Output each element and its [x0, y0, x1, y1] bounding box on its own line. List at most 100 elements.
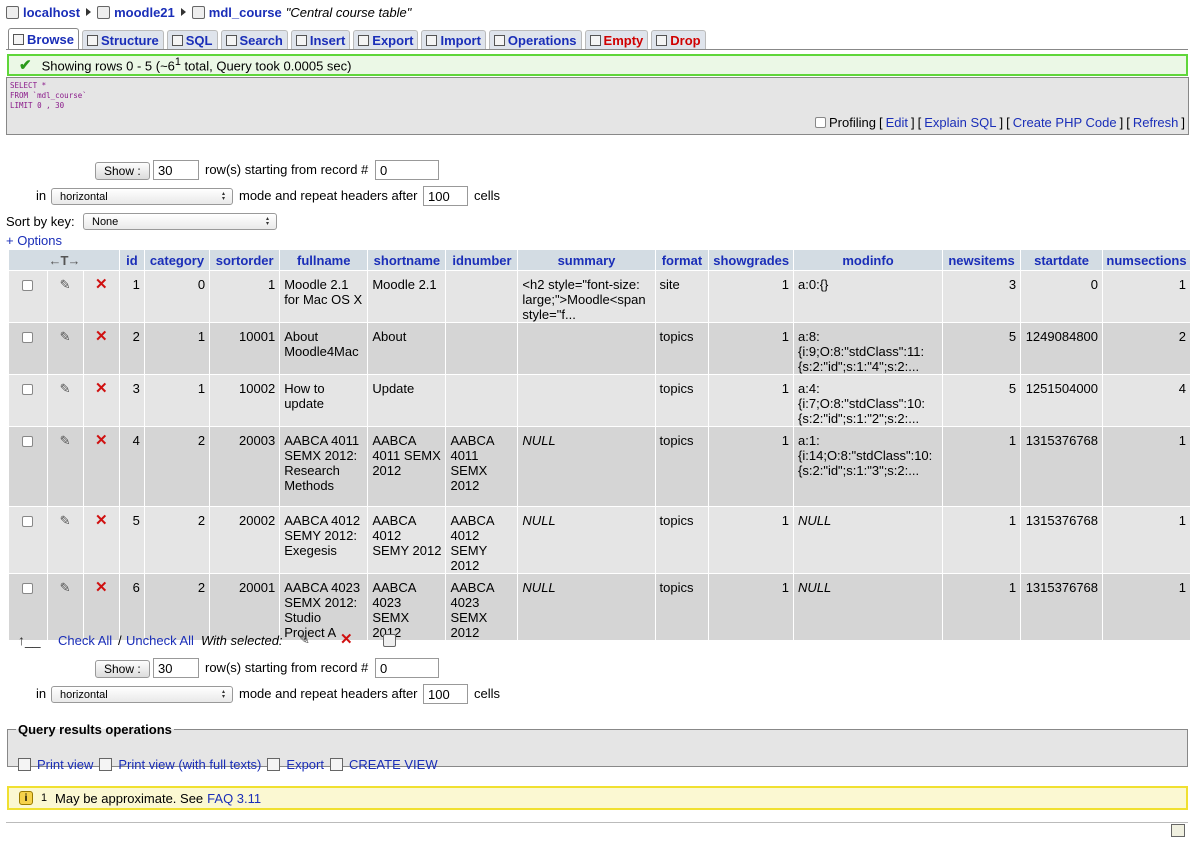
- column-header-fullname[interactable]: fullname: [280, 250, 368, 270]
- column-header-summary[interactable]: summary: [518, 250, 655, 270]
- cell-modinfo: a:1: {i:14;O:8:"stdClass":10: {s:2:"id";…: [794, 427, 942, 506]
- column-header-category[interactable]: category: [144, 250, 210, 270]
- breadcrumb-table-link[interactable]: mdl_course: [209, 5, 282, 20]
- cell-shortname: Moodle 2.1: [368, 271, 446, 322]
- table-row: ✎ ✕ 6 2 20001 AABCA 4023 SEMX 2012: Studio Pr…: [9, 574, 1190, 640]
- delete-icon[interactable]: ✕: [95, 579, 108, 596]
- row-checkbox[interactable]: [22, 332, 34, 344]
- edit-pencil-icon[interactable]: ✎: [60, 277, 71, 292]
- cell-startdate: 1315376768: [1021, 574, 1103, 640]
- row-checkbox[interactable]: [22, 280, 34, 292]
- search-icon: [225, 35, 237, 46]
- column-header-showgrades[interactable]: showgrades: [709, 250, 794, 270]
- cell-category: 0: [144, 271, 210, 322]
- column-header-startdate[interactable]: startdate: [1021, 250, 1103, 270]
- row-edit-cell: ✎: [47, 323, 83, 374]
- uncheck-all-link[interactable]: Uncheck All: [126, 633, 194, 648]
- in-label-bottom: in: [36, 686, 47, 701]
- print-view-link[interactable]: Print view: [37, 757, 93, 772]
- tab-import[interactable]: Import: [421, 30, 486, 50]
- table-icon: [191, 5, 205, 19]
- open-new-window-icon[interactable]: [1171, 824, 1185, 837]
- tab-export[interactable]: Export: [353, 30, 419, 50]
- show-button[interactable]: Show :: [95, 162, 150, 180]
- bulk-export-icon[interactable]: [383, 634, 396, 647]
- rows-count-input[interactable]: 30: [153, 160, 199, 180]
- export-link[interactable]: Export: [286, 757, 324, 772]
- tab-insert[interactable]: Insert: [290, 30, 351, 50]
- cell-summary: NULL: [518, 427, 655, 506]
- repeat-headers-input[interactable]: 100: [423, 186, 468, 206]
- rows-count-input-bottom[interactable]: 30: [153, 658, 199, 678]
- approximate-notice: i 1 May be approximate. See FAQ 3.11: [7, 786, 1188, 810]
- column-header-numsections[interactable]: numsections: [1103, 250, 1190, 270]
- column-header-modinfo[interactable]: modinfo: [794, 250, 942, 270]
- breadcrumb-server-link[interactable]: localhost: [23, 5, 80, 20]
- row-checkbox[interactable]: [22, 436, 34, 448]
- cell-numsections: 1: [1103, 574, 1190, 640]
- options-toggle-link[interactable]: + Options: [6, 233, 62, 248]
- display-mode-select-bottom[interactable]: horizontal: [51, 686, 233, 703]
- tab-empty[interactable]: Empty: [584, 30, 649, 50]
- create-php-code-link[interactable]: Create PHP Code: [1013, 115, 1117, 130]
- column-header-idnumber[interactable]: idnumber: [446, 250, 518, 270]
- row-checkbox[interactable]: [22, 583, 34, 595]
- row-checkbox[interactable]: [22, 384, 34, 396]
- cell-fullname: AABCA 4012 SEMY 2012: Exegesis: [280, 507, 368, 573]
- success-text: Showing rows 0 - 5 (~61 total, Query too…: [41, 56, 352, 74]
- cell-startdate: 1315376768: [1021, 427, 1103, 506]
- delete-icon[interactable]: ✕: [95, 432, 108, 449]
- tab-structure[interactable]: Structure: [81, 30, 164, 50]
- row-checkbox[interactable]: [22, 516, 34, 528]
- edit-pencil-icon[interactable]: ✎: [60, 433, 71, 448]
- column-header-shortname[interactable]: shortname: [368, 250, 446, 270]
- profiling-checkbox[interactable]: [815, 117, 826, 128]
- delete-icon[interactable]: ✕: [95, 512, 108, 529]
- edit-sql-link[interactable]: Edit: [886, 115, 908, 130]
- tab-drop[interactable]: Drop: [651, 30, 706, 50]
- breadcrumb-database-link[interactable]: moodle21: [114, 5, 175, 20]
- print-view-full-link[interactable]: Print view (with full texts): [118, 757, 261, 772]
- tab-sql[interactable]: SQL: [166, 30, 218, 50]
- import-icon: [426, 35, 438, 46]
- cell-format: site: [655, 271, 709, 322]
- column-resize-icon[interactable]: ←T→: [49, 253, 81, 268]
- check-all-link[interactable]: Check All: [58, 633, 112, 648]
- edit-pencil-icon[interactable]: ✎: [60, 580, 71, 595]
- start-record-input-bottom[interactable]: 0: [375, 658, 439, 678]
- show-button-bottom[interactable]: Show :: [95, 660, 150, 678]
- display-mode-select[interactable]: horizontal: [51, 188, 233, 205]
- delete-icon[interactable]: ✕: [95, 380, 108, 397]
- create-view-link[interactable]: CREATE VIEW: [349, 757, 438, 772]
- cell-startdate: 0: [1021, 271, 1103, 322]
- start-record-input[interactable]: 0: [375, 160, 439, 180]
- faq-link[interactable]: FAQ 3.11: [207, 791, 261, 806]
- delete-icon[interactable]: ✕: [95, 276, 108, 293]
- sql-links: Profiling [Edit] [Explain SQL] [Create P…: [815, 115, 1185, 130]
- tab-operations[interactable]: Operations: [488, 30, 582, 50]
- rows-starting-label-bottom: row(s) starting from record #: [205, 660, 369, 675]
- column-header-newsitems[interactable]: newsitems: [942, 250, 1021, 270]
- repeat-headers-input-bottom[interactable]: 100: [423, 684, 468, 704]
- delete-icon[interactable]: ✕: [95, 328, 108, 345]
- cell-fullname: How to update: [280, 375, 368, 426]
- row-delete-cell: ✕: [83, 271, 120, 322]
- cell-startdate: 1251504000: [1021, 375, 1103, 426]
- sort-by-key-select[interactable]: None: [83, 213, 277, 230]
- column-header-format[interactable]: format: [655, 250, 709, 270]
- edit-pencil-icon[interactable]: ✎: [60, 381, 71, 396]
- bulk-delete-icon[interactable]: ✕: [340, 632, 353, 647]
- bulk-edit-pencil-icon[interactable]: ✎: [299, 632, 310, 648]
- explain-sql-link[interactable]: Explain SQL: [924, 115, 996, 130]
- row-select-cell: [9, 574, 47, 640]
- cell-category: 2: [144, 507, 210, 573]
- refresh-link[interactable]: Refresh: [1133, 115, 1179, 130]
- tab-browse[interactable]: Browse: [8, 28, 79, 50]
- column-header-sortorder[interactable]: sortorder: [210, 250, 280, 270]
- cell-shortname: About: [368, 323, 446, 374]
- edit-pencil-icon[interactable]: ✎: [60, 513, 71, 528]
- column-header-id[interactable]: id: [120, 250, 144, 270]
- tab-search[interactable]: Search: [220, 30, 288, 50]
- edit-pencil-icon[interactable]: ✎: [60, 329, 71, 344]
- cell-shortname: AABCA 4011 SEMX 2012: [368, 427, 446, 506]
